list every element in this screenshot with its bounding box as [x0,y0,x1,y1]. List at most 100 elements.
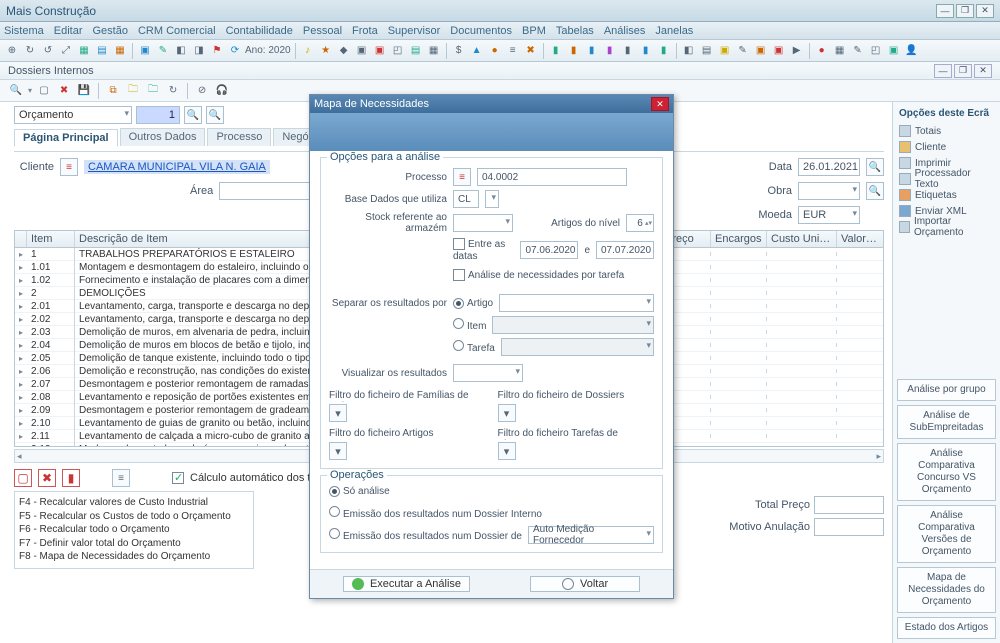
tool-icon[interactable]: ◨ [191,43,207,59]
filtro-familias-button[interactable]: ▾ [329,404,347,422]
list-icon[interactable]: ≡ [112,469,130,487]
btn-analise-sub[interactable]: Análise de SubEmpreitadas [897,405,996,439]
tool-icon[interactable]: ◧ [681,43,697,59]
tool-icon[interactable]: $ [451,43,467,59]
voltar-button[interactable]: Voltar [530,576,640,592]
tool-icon[interactable]: ⧉ [105,83,121,99]
tool-icon[interactable]: ▤ [408,43,424,59]
window-close-button[interactable]: ✕ [976,4,994,18]
menu-item[interactable]: Sistema [4,25,44,37]
tool-icon[interactable]: ● [487,43,503,59]
search-icon[interactable]: 🔍 [8,83,24,99]
tool-icon[interactable]: ≡ [505,43,521,59]
processo-picker-icon[interactable]: ≡ [453,168,471,186]
tool-icon[interactable]: ⟳ [227,43,243,59]
tool-icon[interactable]: ▦ [832,43,848,59]
executar-button[interactable]: Executar a Análise [343,576,470,592]
tool-icon[interactable]: ● [814,43,830,59]
tool-icon[interactable]: ✎ [155,43,171,59]
entre-datas-checkbox[interactable]: Entre as datas [453,238,514,262]
separar-artigo-radio[interactable]: Artigo [453,297,493,309]
tool-icon[interactable]: ▦ [112,43,128,59]
menu-item[interactable]: Contabilidade [226,25,293,37]
doc-max-button[interactable]: ❐ [954,64,972,78]
area-combo[interactable] [219,182,319,200]
motivo-field[interactable] [814,518,884,536]
tab-outros[interactable]: Outros Dados [120,128,206,146]
tool-icon[interactable]: ▮ [566,43,582,59]
menu-item[interactable]: Documentos [450,25,512,37]
doc-close-button[interactable]: ✕ [974,64,992,78]
tool-icon[interactable]: ▮ [638,43,654,59]
op-dossier-interno-radio[interactable]: Emissão dos resultados num Dossier Inter… [329,506,542,520]
tool-icon[interactable]: ⤢ [58,43,74,59]
tool-icon[interactable]: ◰ [868,43,884,59]
tool-icon[interactable]: 🗀 [125,83,141,99]
data-inicio-field[interactable]: 07.06.2020 [520,241,578,259]
obra-combo[interactable] [798,182,860,200]
armazem-combo[interactable] [453,214,513,232]
separar-tarefa-radio[interactable]: Tarefa [453,340,495,354]
search-button[interactable]: 🔍 [184,106,202,124]
menu-item[interactable]: Frota [352,25,378,37]
data-fim-field[interactable]: 07.07.2020 [596,241,654,259]
artigos-nivel-spin[interactable]: 6 [626,214,654,232]
window-max-button[interactable]: ❐ [956,4,974,18]
btn-mapa-necessidades[interactable]: Mapa de Necessidades do Orçamento [897,567,996,613]
new-line-button[interactable]: ▢ [14,469,32,487]
filtro-artigos-button[interactable]: ▾ [329,442,347,460]
tool-icon[interactable]: ★ [318,43,334,59]
tool-icon[interactable]: ◆ [336,43,352,59]
tool-icon[interactable]: ▮ [584,43,600,59]
menu-item[interactable]: Tabelas [556,25,594,37]
filtro-tarefas-button[interactable]: ▾ [498,442,516,460]
menu-item[interactable]: Pessoal [303,25,342,37]
tool-icon[interactable]: ✎ [850,43,866,59]
menu-item[interactable]: Supervisor [388,25,441,37]
tool-icon[interactable]: ▤ [699,43,715,59]
tool-icon[interactable]: ▲ [469,43,485,59]
tool-icon[interactable]: ▮ [620,43,636,59]
modal-close-button[interactable]: ✕ [651,97,669,111]
cliente-picker-icon[interactable]: ≡ [60,158,78,176]
tool-icon[interactable]: ▣ [372,43,388,59]
menu-item[interactable]: Janelas [655,25,693,37]
tool-icon[interactable]: ▤ [94,43,110,59]
op-dossier-de-radio[interactable]: Emissão dos resultados num Dossier de [329,528,522,542]
tool-icon[interactable]: ▣ [771,43,787,59]
btn-estado-artigos[interactable]: Estado dos Artigos [897,617,996,639]
delete-icon[interactable]: ✖ [56,83,72,99]
menu-item[interactable]: Gestão [93,25,128,37]
tab-principal[interactable]: Página Principal [14,129,118,147]
separar-item-radio[interactable]: Item [453,318,486,332]
op-dossier-combo[interactable]: Auto Medição Fornecedor [528,526,654,544]
separar-artigo-combo[interactable] [499,294,654,312]
tool-icon[interactable]: ◧ [173,43,189,59]
tool-icon[interactable]: ⚑ [209,43,225,59]
opt-importar[interactable]: Importar Orçamento [897,219,996,235]
processo-field[interactable]: 04.0002 [477,168,627,186]
doc-min-button[interactable]: — [934,64,952,78]
tool-icon[interactable]: ▦ [426,43,442,59]
tool-icon[interactable]: ▣ [137,43,153,59]
menu-item[interactable]: CRM Comercial [138,25,216,37]
tool-icon[interactable]: ▦ [76,43,92,59]
data-field[interactable]: 26.01.2021 [798,158,860,176]
op-so-analise-radio[interactable]: Só análise [329,485,390,497]
window-min-button[interactable]: — [936,4,954,18]
opt-texto[interactable]: Processador Texto [897,171,996,187]
tool-icon[interactable]: ⊕ [4,43,20,59]
delete-line-button[interactable]: ✖ [38,469,56,487]
tab-processo[interactable]: Processo [207,128,271,146]
tool-icon[interactable]: ↺ [40,43,56,59]
tool-icon[interactable]: ▣ [354,43,370,59]
opt-cliente[interactable]: Cliente [897,139,996,155]
tool-icon[interactable]: ✎ [735,43,751,59]
col-custo[interactable]: Custo Unitário [767,231,837,247]
visualizar-combo[interactable] [453,364,523,382]
btn-comp-versoes[interactable]: Análise Comparativa Versões de Orçamento [897,505,996,563]
tool-icon[interactable]: ▮ [602,43,618,59]
col-encargos[interactable]: Encargos [711,231,767,247]
search-button[interactable]: 🔍 [206,106,224,124]
tool-icon[interactable]: ▣ [753,43,769,59]
